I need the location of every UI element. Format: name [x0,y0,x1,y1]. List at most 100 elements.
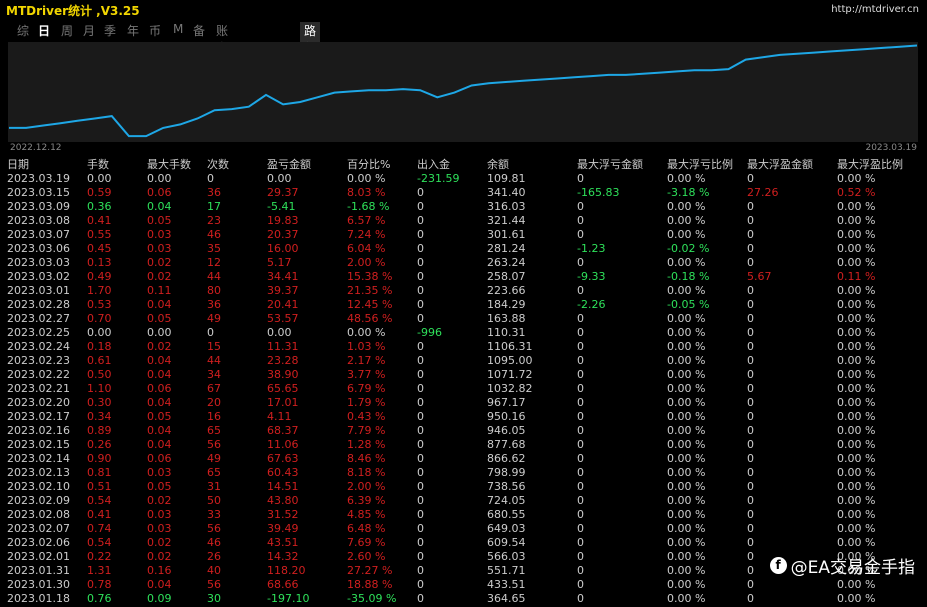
tab-8[interactable]: 备 [193,22,205,39]
cell: 163.88 [487,312,526,325]
table-row[interactable]: 2023.03.03 0.13 0.02 12 5.17 2.00 % 0 263.24 0 0.… [0,256,927,270]
table-row[interactable]: 2023.03.07 0.55 0.03 46 20.37 7.24 % 0 301.61 0 0… [0,228,927,242]
cell: 0.05 [147,480,172,493]
header-col-5[interactable]: 百分比% [347,157,417,172]
table-row[interactable]: 2023.03.08 0.41 0.05 23 19.83 6.57 % 0 321.44 0 0… [0,214,927,228]
cell: 0.00 % [837,410,876,423]
cell: 0 [747,522,754,535]
cell: 0 [577,452,584,465]
cell: 0.02 [147,494,172,507]
cell: 0.90 [87,452,112,465]
table-row[interactable]: 2023.03.06 0.45 0.03 35 16.00 6.04 % 0 281.24 -1… [0,242,927,256]
cell: 0.05 [147,312,172,325]
table-row[interactable]: 2023.02.21 1.10 0.06 67 65.65 6.79 % 0 1032.82 0… [0,382,927,396]
cell: 0 [747,382,754,395]
table-row[interactable]: 2023.03.02 0.49 0.02 44 34.41 15.38 % 0 258.07 -… [0,270,927,284]
cell: 0.03 [147,228,172,241]
tab-2[interactable]: 周 [61,22,73,39]
table-row[interactable]: 2023.02.28 0.53 0.04 36 20.41 12.45 % 0 184.29 -… [0,298,927,312]
cell: -1.68 % [347,200,390,213]
cell: 0.00 % [667,550,706,563]
table-row[interactable]: 2023.02.13 0.81 0.03 65 60.43 8.18 % 0 798.99 0 0… [0,466,927,480]
table-row[interactable]: 2023.02.08 0.41 0.03 33 31.52 4.85 % 0 680.55 0 0… [0,508,927,522]
table-row[interactable]: 2023.02.23 0.61 0.04 44 23.28 2.17 % 0 1095.00 0… [0,354,927,368]
cell: 2023.02.09 [7,494,70,507]
cell: 0.22 [87,550,112,563]
table-row[interactable]: 2023.03.15 0.59 0.06 36 29.37 8.03 % 0 341.40 -1… [0,186,927,200]
table-row[interactable]: 2023.02.10 0.51 0.05 31 14.51 2.00 % 0 738.56 0 0… [0,480,927,494]
cell: 0 [747,494,754,507]
cell: 0 [577,340,584,353]
cell: 0 [577,228,584,241]
website-url[interactable]: http://mtdriver.cn [831,4,919,15]
table-row[interactable]: 2023.02.14 0.90 0.06 49 67.63 8.46 % 0 866.62 0 0… [0,452,927,466]
header-col-1[interactable]: 手数 [87,157,147,172]
cell: 223.66 [487,284,526,297]
cell: 433.51 [487,578,526,591]
cell: 0 [747,480,754,493]
table-row[interactable]: 2023.02.07 0.74 0.03 56 39.49 6.48 % 0 649.03 0 0… [0,522,927,536]
cell: 0.00 [87,172,112,185]
cell: 49 [207,452,221,465]
tab-6[interactable]: 币 [149,22,161,39]
table-row[interactable]: 2023.02.09 0.54 0.02 50 43.80 6.39 % 0 724.05 0 0… [0,494,927,508]
cell: 0.00 % [837,382,876,395]
cell: 0 [577,256,584,269]
table-row[interactable]: 2023.01.18 0.76 0.09 30 -197.10 -35.09 % 0 364.… [0,592,927,606]
cell: 44 [207,270,221,283]
tab-1[interactable]: 日 [38,22,50,39]
cell: 43.51 [267,536,299,549]
table-row[interactable]: 2023.01.30 0.78 0.04 56 68.66 18.88 % 0 433.51 0… [0,578,927,592]
table-row[interactable]: 2023.02.06 0.54 0.02 46 43.51 7.69 % 0 609.54 0 0… [0,536,927,550]
table-row[interactable]: 2023.02.15 0.26 0.04 56 11.06 1.28 % 0 877.68 0 0… [0,438,927,452]
cell: 0 [417,564,424,577]
cell: 0.00 % [837,508,876,521]
cell: 8.03 % [347,186,386,199]
cell: 0 [207,326,214,339]
header-col-6[interactable]: 出入金 [417,157,487,172]
cell: 6.57 % [347,214,386,227]
header-col-10[interactable]: 最大浮盈金额 [747,157,837,172]
cell: 0.30 [87,396,112,409]
cell: 1.10 [87,382,112,395]
cell: 0.74 [87,522,112,535]
chart-end-date: 2023.03.19 [865,143,917,153]
tab-4[interactable]: 季 [104,22,116,39]
table-row[interactable]: 2023.03.01 1.70 0.11 80 39.37 21.35 % 0 223.66 0… [0,284,927,298]
tab-7[interactable]: M [173,22,183,36]
table-row[interactable]: 2023.03.19 0.00 0.00 0 0.00 0.00 % -231.59 109.… [0,172,927,186]
table-row[interactable]: 2023.02.27 0.70 0.05 49 53.57 48.56 % 0 163.88 0… [0,312,927,326]
header-col-8[interactable]: 最大浮亏金额 [577,157,667,172]
tab-0[interactable]: 综 [17,22,29,39]
cell: 0.00 % [667,424,706,437]
header-col-3[interactable]: 次数 [207,157,267,172]
cell: 5.17 [267,256,292,269]
cell: 0.41 [87,508,112,521]
table-row[interactable]: 2023.02.24 0.18 0.02 15 11.31 1.03 % 0 1106.31 0… [0,340,927,354]
cell: 29.37 [267,186,299,199]
cell: 0 [417,550,424,563]
cell: 0 [747,536,754,549]
table-row[interactable]: 2023.02.16 0.89 0.04 65 68.37 7.79 % 0 946.05 0 0… [0,424,927,438]
header-col-2[interactable]: 最大手数 [147,157,207,172]
cell: 65 [207,466,221,479]
table-row[interactable]: 2023.02.22 0.50 0.04 34 38.90 3.77 % 0 1071.72 0… [0,368,927,382]
header-col-4[interactable]: 盈亏金额 [267,157,347,172]
cell: 0 [417,228,424,241]
table-row[interactable]: 2023.03.09 0.36 0.04 17 -5.41 -1.68 % 0 316.03 0… [0,200,927,214]
cell: 2023.01.30 [7,578,70,591]
cell: 0.03 [147,522,172,535]
table-row[interactable]: 2023.02.25 0.00 0.00 0 0.00 0.00 % -996 110.31 0… [0,326,927,340]
tab-3[interactable]: 月 [83,22,95,39]
table-row[interactable]: 2023.02.17 0.34 0.05 16 4.11 0.43 % 0 950.16 0 0.… [0,410,927,424]
cell: 551.71 [487,564,526,577]
header-col-9[interactable]: 最大浮亏比例 [667,157,747,172]
table-row[interactable]: 2023.02.20 0.30 0.04 20 17.01 1.79 % 0 967.17 0 0… [0,396,927,410]
cell: 321.44 [487,214,526,227]
header-col-11[interactable]: 最大浮盈比例 [837,157,927,172]
header-col-7[interactable]: 余额 [487,157,577,172]
tab-5[interactable]: 年 [127,22,139,39]
header-col-0[interactable]: 日期 [0,157,87,172]
cell: 0.00 % [667,368,706,381]
cell: 0.59 [87,186,112,199]
